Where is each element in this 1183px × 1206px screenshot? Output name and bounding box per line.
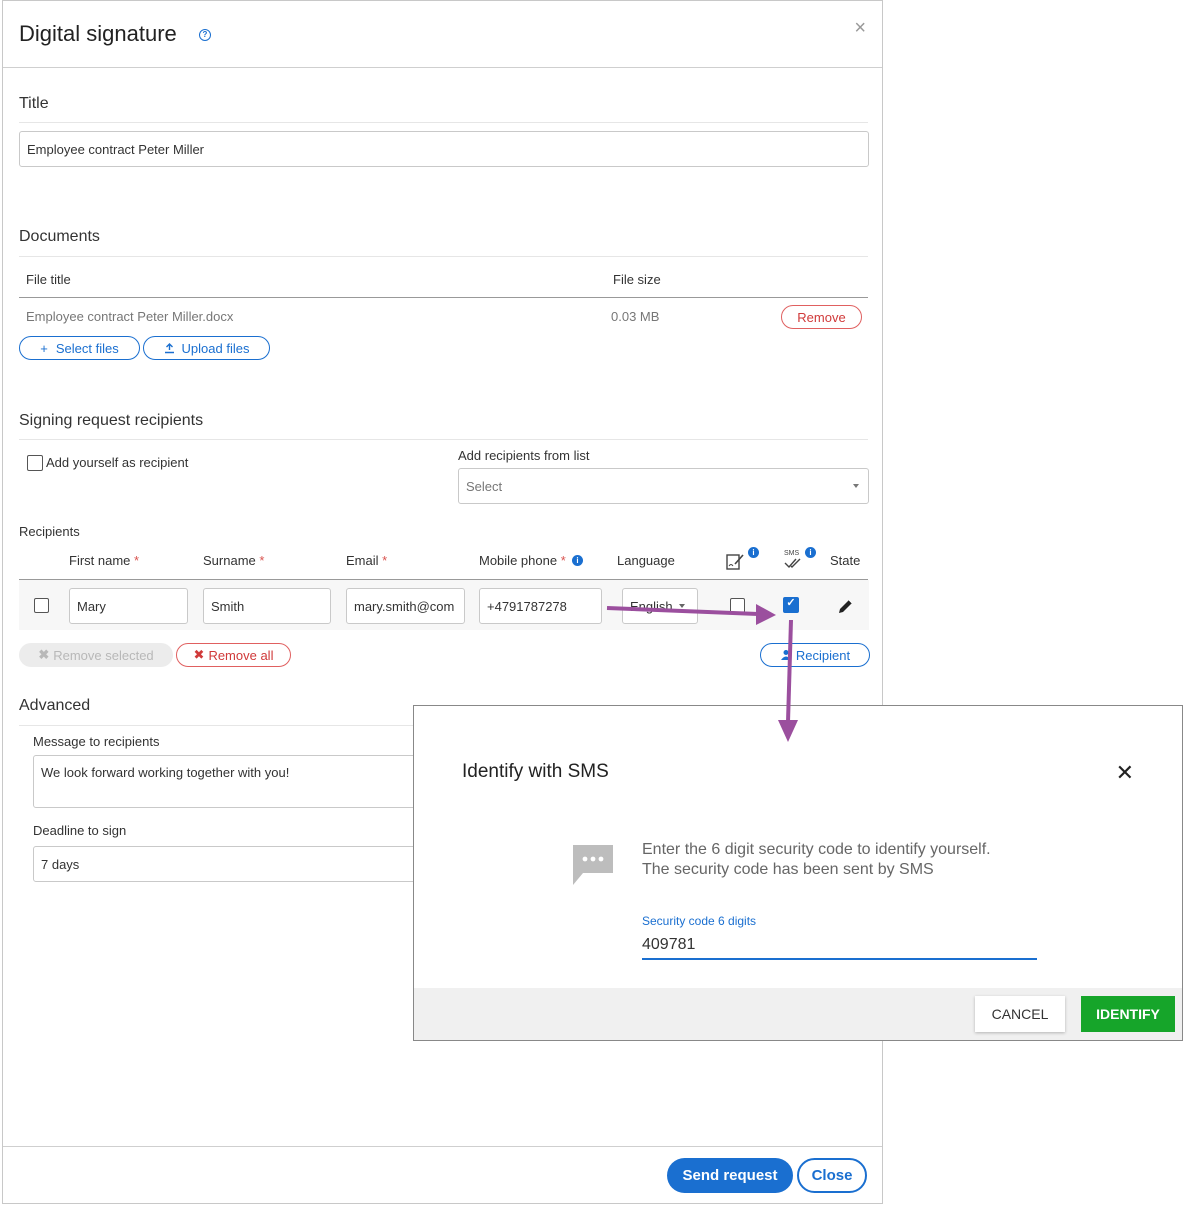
first-name-input[interactable]: Mary	[69, 588, 188, 624]
footer-divider	[3, 1146, 882, 1147]
remove-selected-label: Remove selected	[53, 647, 154, 663]
column-file-size: File size	[613, 272, 661, 287]
plus-icon: +	[40, 340, 48, 356]
remove-file-button[interactable]: Remove	[781, 305, 862, 329]
add-recipient-button[interactable]: Recipient	[760, 643, 870, 667]
divider	[19, 122, 868, 123]
dialog-title: Digital signature	[19, 21, 177, 46]
column-language: Language	[617, 553, 675, 568]
upload-icon	[164, 342, 174, 353]
close-button[interactable]: Close	[797, 1158, 867, 1193]
language-select[interactable]: English	[622, 588, 698, 624]
table-header-divider	[19, 297, 868, 298]
column-state: State	[830, 553, 861, 568]
modal-message-line2: The security code has been sent by SMS	[642, 861, 934, 878]
add-recipient-label: Recipient	[795, 647, 851, 663]
chevron-down-icon	[853, 484, 859, 488]
pencil-icon[interactable]	[837, 597, 855, 615]
sms-icon: SMS	[784, 550, 800, 557]
user-icon	[780, 650, 791, 660]
file-size-cell: 0.03 MB	[611, 309, 660, 324]
add-from-list-label: Add recipients from list	[458, 448, 590, 463]
help-icon[interactable]: ?	[199, 29, 211, 41]
dialog-header: Digital signature ? ×	[3, 1, 882, 68]
remove-selected-button[interactable]: ✖ Remove selected	[19, 643, 173, 667]
info-icon[interactable]: i	[572, 555, 583, 566]
message-label: Message to recipients	[33, 734, 160, 749]
surname-input[interactable]: Smith	[203, 588, 331, 624]
divider	[19, 256, 868, 257]
deadline-label: Deadline to sign	[33, 823, 127, 838]
check-double-icon	[784, 558, 801, 569]
add-yourself-checkbox[interactable]	[27, 455, 43, 471]
title-input[interactable]: Employee contract Peter Miller	[19, 131, 869, 167]
title-heading: Title	[19, 95, 49, 112]
close-icon[interactable]: ✕	[1116, 760, 1134, 786]
recipients-list-select[interactable]: Select	[458, 468, 869, 504]
email-input[interactable]: mary.smith@com	[346, 588, 465, 624]
modal-message-line1: Enter the 6 digit security code to ident…	[642, 841, 991, 858]
column-first-name: First name *	[69, 553, 140, 568]
modal-footer: CANCEL IDENTIFY	[414, 988, 1182, 1040]
recipients-heading: Signing request recipients	[19, 412, 204, 429]
modal-title: Identify with SMS	[462, 761, 609, 782]
close-icon[interactable]: ×	[854, 17, 866, 40]
row-select-checkbox[interactable]	[34, 598, 49, 613]
select-placeholder: Select	[466, 478, 503, 494]
add-yourself-label: Add yourself as recipient	[46, 455, 189, 470]
column-surname: Surname *	[203, 553, 265, 568]
language-value: English	[630, 599, 673, 614]
select-files-button[interactable]: + Select files	[19, 336, 140, 360]
divider	[19, 439, 868, 440]
remove-all-label: Remove all	[208, 647, 274, 663]
security-code-input[interactable]: 409781	[642, 936, 1037, 960]
sms-checkbox[interactable]: ✓	[783, 597, 799, 613]
signature-icon	[726, 554, 744, 570]
modal-message: Enter the 6 digit security code to ident…	[642, 840, 991, 880]
x-icon: ✖	[193, 647, 205, 662]
chat-bubble-icon	[573, 845, 613, 885]
upload-files-button[interactable]: Upload files	[143, 336, 270, 360]
chevron-down-icon	[678, 604, 685, 608]
upload-files-label: Upload files	[181, 340, 250, 356]
identify-sms-modal: Identify with SMS ✕ Enter the 6 digit se…	[413, 705, 1183, 1041]
cancel-button[interactable]: CANCEL	[975, 996, 1065, 1032]
select-files-label: Select files	[55, 340, 119, 356]
remove-all-button[interactable]: ✖ Remove all	[176, 643, 291, 667]
recipients-label: Recipients	[19, 524, 80, 539]
documents-heading: Documents	[19, 228, 100, 245]
identify-button[interactable]: IDENTIFY	[1081, 996, 1175, 1032]
info-icon[interactable]: i	[748, 547, 759, 558]
mobile-phone-input[interactable]: +4791787278	[479, 588, 602, 624]
column-mobile-phone: Mobile phone *	[479, 553, 566, 568]
x-icon: ✖	[38, 647, 50, 662]
info-icon[interactable]: i	[805, 547, 816, 558]
security-code-label: Security code 6 digits	[642, 914, 757, 928]
column-file-title: File title	[26, 272, 71, 287]
column-email: Email *	[346, 553, 388, 568]
file-title-cell: Employee contract Peter Miller.docx	[26, 309, 234, 324]
signature-checkbox[interactable]	[730, 598, 745, 613]
send-request-button[interactable]: Send request	[667, 1158, 793, 1193]
